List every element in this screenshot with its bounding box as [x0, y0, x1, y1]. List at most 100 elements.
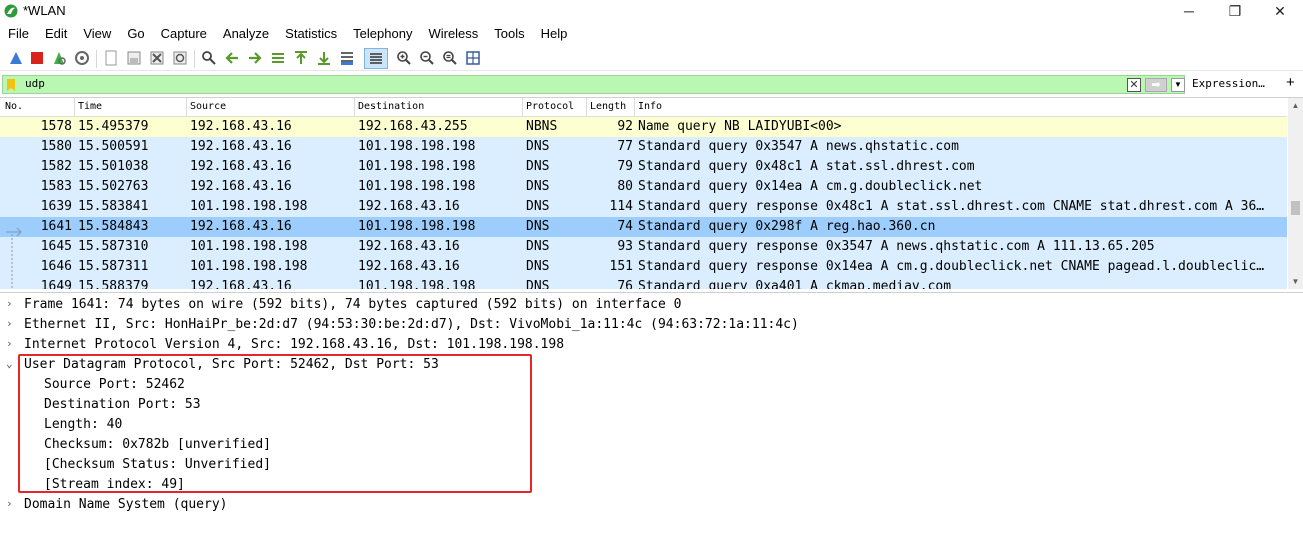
add-filter-button[interactable]: + [1286, 74, 1295, 91]
menu-go[interactable]: Go [119, 23, 152, 45]
packet-row[interactable]: 1649 15.588379 192.168.43.16 101.198.198.19… [0, 277, 1287, 289]
packet-row[interactable]: 1646 15.587311 101.198.198.198 192.168.43.1… [0, 257, 1287, 277]
detail-section[interactable]: › Ethernet II, Src: HonHaiPr_be:2d:d7 (94… [0, 315, 1303, 335]
last-packet-icon[interactable] [316, 50, 332, 66]
scroll-down-icon[interactable]: ▼ [1288, 274, 1303, 289]
cell-protocol: DNS [526, 239, 550, 254]
expand-chevron-right-icon[interactable]: › [6, 337, 13, 350]
expand-chevron-right-icon[interactable]: › [6, 317, 13, 330]
first-packet-icon[interactable] [293, 50, 309, 66]
find-packet-icon[interactable] [201, 50, 217, 66]
cell-source: 192.168.43.16 [190, 159, 292, 174]
menu-capture[interactable]: Capture [153, 23, 215, 45]
menu-tools[interactable]: Tools [486, 23, 532, 45]
close-button[interactable]: ✕ [1257, 0, 1303, 22]
cell-info: Standard query 0x3547 A news.qhstatic.co… [638, 139, 959, 154]
column-separator[interactable] [354, 98, 355, 117]
column-separator[interactable] [522, 98, 523, 117]
column-header-info[interactable]: Info [638, 101, 662, 112]
main-toolbar [0, 47, 1303, 71]
cell-source: 192.168.43.16 [190, 179, 292, 194]
cell-destination: 101.198.198.198 [358, 159, 476, 174]
detail-section[interactable]: › Internet Protocol Version 4, Src: 192.1… [0, 335, 1303, 355]
title-bar: *WLAN ─ ❐ ✕ [0, 0, 1303, 22]
packet-row[interactable]: 1639 15.583841 101.198.198.198 192.168.43.1… [0, 197, 1287, 217]
menu-analyze[interactable]: Analyze [215, 23, 277, 45]
packet-row[interactable]: 1645 15.587310 101.198.198.198 192.168.43.1… [0, 237, 1287, 257]
go-back-icon[interactable] [224, 50, 240, 66]
cell-destination: 101.198.198.198 [358, 279, 476, 289]
zoom-in-icon[interactable] [396, 50, 412, 66]
zoom-out-icon[interactable] [419, 50, 435, 66]
cell-source: 101.198.198.198 [190, 259, 308, 274]
packet-row[interactable]: 1583 15.502763 192.168.43.16 101.198.198.19… [0, 177, 1287, 197]
column-header-length[interactable]: Length [590, 101, 626, 112]
packet-row[interactable]: 1582 15.501038 192.168.43.16 101.198.198.19… [0, 157, 1287, 177]
cell-length: 79 [617, 159, 633, 174]
cell-time: 15.495379 [78, 119, 149, 134]
column-header-source[interactable]: Source [190, 101, 226, 112]
close-file-icon[interactable] [149, 50, 165, 66]
column-header-no[interactable]: No. [5, 101, 23, 112]
column-header-protocol[interactable]: Protocol [526, 101, 574, 112]
restart-capture-icon[interactable] [51, 50, 67, 66]
resize-columns-icon[interactable] [465, 50, 481, 66]
cell-source: 192.168.43.16 [190, 119, 292, 134]
menu-help[interactable]: Help [533, 23, 576, 45]
cell-source: 192.168.43.16 [190, 219, 292, 234]
cell-length: 77 [617, 139, 633, 154]
cell-length: 114 [609, 199, 633, 214]
cell-info: Name query NB LAIDYUBI<00> [638, 119, 842, 134]
chevron-down-icon[interactable]: ▼ [1171, 78, 1185, 92]
menu-edit[interactable]: Edit [37, 23, 75, 45]
apply-filter-icon[interactable]: ➡ [1145, 78, 1167, 92]
cell-info: Standard query response 0x3547 A news.qh… [638, 239, 1155, 254]
menu-file[interactable]: File [0, 23, 37, 45]
cell-info: Standard query response 0x14ea A cm.g.do… [638, 259, 1265, 274]
minimize-button[interactable]: ─ [1166, 0, 1212, 22]
expand-chevron-right-icon[interactable]: › [6, 297, 13, 310]
stop-capture-icon[interactable] [29, 50, 45, 66]
scroll-up-icon[interactable]: ▲ [1288, 98, 1303, 114]
menu-wireless[interactable]: Wireless [420, 23, 486, 45]
normal-size-icon[interactable] [442, 50, 458, 66]
detail-section[interactable]: › Domain Name System (query) [0, 495, 1303, 515]
expand-chevron-right-icon[interactable]: › [6, 497, 13, 510]
detail-section[interactable]: › Frame 1641: 74 bytes on wire (592 bits)… [0, 295, 1303, 315]
save-file-icon[interactable] [126, 50, 142, 66]
maximize-button[interactable]: ❐ [1212, 0, 1258, 22]
open-file-icon[interactable] [103, 50, 119, 66]
column-separator[interactable] [74, 98, 75, 117]
shark-fin-icon[interactable] [8, 50, 24, 66]
menu-statistics[interactable]: Statistics [277, 23, 345, 45]
packet-list-scrollbar[interactable]: ▲ ▼ [1288, 98, 1303, 289]
menu-telephony[interactable]: Telephony [345, 23, 420, 45]
bookmark-icon[interactable] [7, 79, 15, 91]
go-forward-icon[interactable] [247, 50, 263, 66]
packet-row[interactable]: 1578 15.495379 192.168.43.16 192.168.43.255… [0, 117, 1287, 137]
expand-chevron-down-icon[interactable]: ⌄ [6, 357, 13, 370]
expression-button[interactable]: Expression… [1192, 77, 1265, 90]
column-separator[interactable] [634, 98, 635, 117]
cell-time: 15.583841 [78, 199, 149, 214]
capture-options-icon[interactable] [74, 50, 90, 66]
go-to-packet-icon[interactable] [270, 50, 286, 66]
column-separator[interactable] [186, 98, 187, 117]
column-header-destination[interactable]: Destination [358, 101, 424, 112]
column-separator[interactable] [586, 98, 587, 117]
autoscroll-icon[interactable] [339, 50, 355, 66]
menu-view[interactable]: View [75, 23, 119, 45]
cell-destination: 101.198.198.198 [358, 139, 476, 154]
packet-list[interactable]: No. Time Source Destination Protocol Len… [0, 97, 1303, 289]
packet-row[interactable]: 1580 15.500591 192.168.43.16 101.198.198.19… [0, 137, 1287, 157]
reload-icon[interactable] [172, 50, 188, 66]
cell-length: 93 [617, 239, 633, 254]
display-filter-input[interactable]: udp ✕ ➡ ▼ [2, 75, 1185, 94]
clear-filter-icon[interactable]: ✕ [1127, 78, 1141, 92]
scrollbar-thumb[interactable] [1291, 201, 1300, 215]
packet-row[interactable]: 1641 15.584843 192.168.43.16 101.198.198.19… [0, 217, 1287, 237]
cell-time: 15.587310 [78, 239, 149, 254]
column-header-time[interactable]: Time [78, 101, 102, 112]
cell-protocol: DNS [526, 259, 550, 274]
colorize-toggle[interactable] [364, 48, 388, 69]
